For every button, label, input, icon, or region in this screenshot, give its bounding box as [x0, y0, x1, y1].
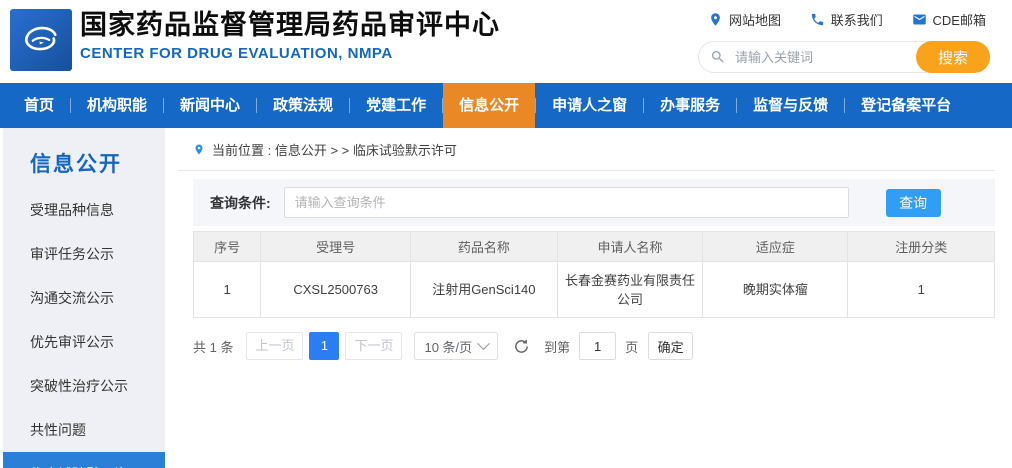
query-condition-input[interactable] [283, 187, 849, 218]
breadcrumb: 当前位置 : 信息公开 > > 临床试验默示许可 [178, 128, 995, 171]
page-size-value: 10 条/页 [424, 339, 473, 355]
nav-item-policy[interactable]: 政策法规 [257, 83, 349, 128]
sidebar-item-review-tasks[interactable]: 审评任务公示 [3, 232, 165, 276]
nav-item-party[interactable]: 党建工作 [350, 83, 442, 128]
cde-mail-link-label: CDE邮箱 [932, 13, 986, 28]
site-titles: 国家药品监督管理局药品审评中心 CENTER FOR DRUG EVALUATI… [80, 8, 500, 62]
sidebar-item-breakthrough-therapy[interactable]: 突破性治疗公示 [3, 364, 165, 408]
goto-confirm-button[interactable]: 确定 [648, 332, 694, 360]
col-header-indication: 适应症 [702, 231, 849, 262]
col-header-drug-name: 药品名称 [410, 231, 558, 262]
cell-applicant: 长春金赛药业有限责任公司 [556, 261, 704, 318]
sitemap-link[interactable]: 网站地图 [708, 10, 781, 29]
col-header-applicant: 申请人名称 [556, 231, 704, 262]
site-title-cn: 国家药品监督管理局药品审评中心 [80, 10, 500, 40]
page-unit-label: 页 [625, 339, 639, 355]
cde-mail-link[interactable]: CDE邮箱 [912, 10, 986, 29]
contact-link-label: 联系我们 [830, 13, 883, 28]
breadcrumb-text: 当前位置 : 信息公开 > > 临床试验默示许可 [212, 143, 457, 158]
pagination-total: 共 1 条 [193, 339, 234, 355]
query-condition-label: 查询条件: [210, 194, 271, 211]
page-body: 信息公开 受理品种信息 审评任务公示 沟通交流公示 优先审评公示 突破性治疗公示… [0, 128, 1012, 468]
table-row: 1 CXSL2500763 注射用GenSci140 长春金赛药业有限责任公司 … [192, 261, 995, 318]
goto-page-label: 到第 [544, 339, 571, 355]
nav-item-news[interactable]: 新闻中心 [164, 83, 256, 128]
main-nav: 首页 机构职能 新闻中心 政策法规 党建工作 信息公开 申请人之窗 办事服务 监… [0, 83, 1012, 128]
location-pin-icon [711, 13, 720, 26]
cell-drug-name: 注射用GenSci140 [410, 261, 558, 318]
site-title-en: CENTER FOR DRUG EVALUATION, NMPA [80, 45, 393, 62]
col-header-seq: 序号 [192, 231, 262, 262]
next-page-button[interactable]: 下一页 [345, 332, 403, 360]
nav-item-info-disclosure[interactable]: 信息公开 [443, 83, 536, 128]
envelope-icon [912, 14, 926, 25]
main-content: 当前位置 : 信息公开 > > 临床试验默示许可 查询条件: 查询 序号 受理号… [178, 128, 995, 468]
phone-icon [811, 13, 823, 26]
nav-item-functions[interactable]: 机构职能 [71, 83, 163, 128]
nav-item-applicant-window[interactable]: 申请人之窗 [536, 83, 643, 128]
chevron-down-icon [477, 336, 491, 350]
page-size-select[interactable]: 10 条/页 [414, 332, 499, 360]
header-search: 搜索 [698, 41, 990, 73]
breadcrumb-pin-icon [195, 144, 203, 155]
pagination: 共 1 条 上一页 1 下一页 10 条/页 到第 页 确定 [193, 332, 995, 360]
cell-indication: 晚期实体瘤 [702, 261, 849, 318]
cell-seq: 1 [192, 261, 262, 318]
results-table: 序号 受理号 药品名称 申请人名称 适应症 注册分类 1 CXSL2500763… [192, 231, 995, 318]
sidebar-item-priority-review[interactable]: 优先审评公示 [3, 320, 165, 364]
logo-swirl-icon [25, 26, 57, 51]
header-right: 网站地图 联系我们 CDE邮箱 搜索 [698, 10, 990, 73]
sidebar-title: 信息公开 [30, 153, 122, 176]
refresh-icon[interactable] [513, 338, 530, 355]
query-bar: 查询条件: 查询 [193, 179, 995, 226]
cell-acceptance-no: CXSL2500763 [260, 261, 412, 318]
nav-item-supervision[interactable]: 监督与反馈 [737, 83, 844, 128]
sidebar-item-clinical-trial-implied-license[interactable]: 临床试验默示许可 [3, 452, 165, 468]
nav-item-services[interactable]: 办事服务 [644, 83, 736, 128]
nav-item-home[interactable]: 首页 [8, 83, 70, 128]
query-button[interactable]: 查询 [885, 188, 941, 217]
contact-link[interactable]: 联系我们 [810, 10, 883, 29]
sitemap-link-label: 网站地图 [729, 13, 782, 28]
top-links: 网站地图 联系我们 CDE邮箱 [698, 10, 990, 29]
sidebar-item-common-issues[interactable]: 共性问题 [3, 408, 165, 452]
goto-page-input[interactable] [579, 332, 617, 360]
col-header-registration-class: 注册分类 [847, 231, 995, 262]
sidebar-item-accepted-varieties[interactable]: 受理品种信息 [3, 188, 165, 232]
table-header-row: 序号 受理号 药品名称 申请人名称 适应症 注册分类 [192, 231, 995, 262]
search-button[interactable]: 搜索 [916, 41, 990, 73]
col-header-acceptance-no: 受理号 [260, 231, 412, 262]
cell-registration-class: 1 [847, 261, 995, 318]
sidebar: 信息公开 受理品种信息 审评任务公示 沟通交流公示 优先审评公示 突破性治疗公示… [3, 128, 165, 468]
nav-item-registration-platform[interactable]: 登记备案平台 [845, 83, 967, 128]
cde-logo [10, 9, 72, 71]
search-icon [712, 51, 724, 63]
site-header: 国家药品监督管理局药品审评中心 CENTER FOR DRUG EVALUATI… [0, 0, 1012, 83]
prev-page-button[interactable]: 上一页 [246, 332, 304, 360]
current-page-button[interactable]: 1 [309, 332, 340, 360]
sidebar-item-communication[interactable]: 沟通交流公示 [3, 276, 165, 320]
